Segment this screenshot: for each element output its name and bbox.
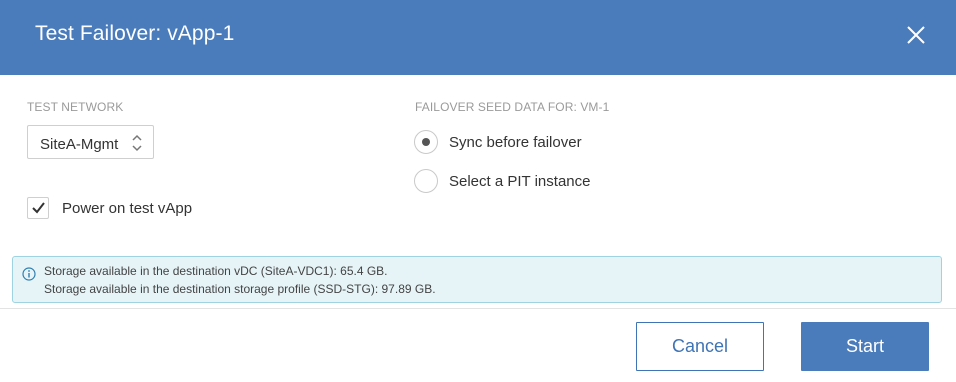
storage-info-line-profile: Storage available in the destination sto… <box>44 282 436 296</box>
checkmark-icon <box>32 202 45 214</box>
storage-info-banner: Storage available in the destination vDC… <box>12 256 942 303</box>
sync-before-failover-label: Sync before failover <box>449 134 582 151</box>
chevron-up-down-icon <box>132 134 142 152</box>
test-network-value: SiteA-Mgmt <box>40 136 119 153</box>
close-icon <box>907 26 925 44</box>
dialog-title: Test Failover: vApp-1 <box>35 22 235 45</box>
info-icon <box>22 267 36 281</box>
power-on-label: Power on test vApp <box>62 200 193 217</box>
dialog-header: Test Failover: vApp-1 <box>0 0 956 75</box>
test-network-select[interactable]: SiteA-Mgmt <box>27 125 154 159</box>
failover-seed-label: FAILOVER SEED DATA FOR: VM-1 <box>415 100 610 114</box>
start-button[interactable]: Start <box>801 322 929 371</box>
cancel-button[interactable]: Cancel <box>636 322 764 371</box>
power-on-checkbox[interactable] <box>27 197 49 219</box>
close-button[interactable] <box>900 19 932 51</box>
storage-info-line-vdc: Storage available in the destination vDC… <box>44 264 388 278</box>
radio-sync-before-failover[interactable] <box>414 130 438 154</box>
test-network-label: TEST NETWORK <box>27 100 124 114</box>
radio-selected-dot <box>422 138 430 146</box>
select-pit-instance-label: Select a PIT instance <box>449 173 591 190</box>
radio-select-pit-instance[interactable] <box>414 169 438 193</box>
footer-divider <box>0 308 956 309</box>
